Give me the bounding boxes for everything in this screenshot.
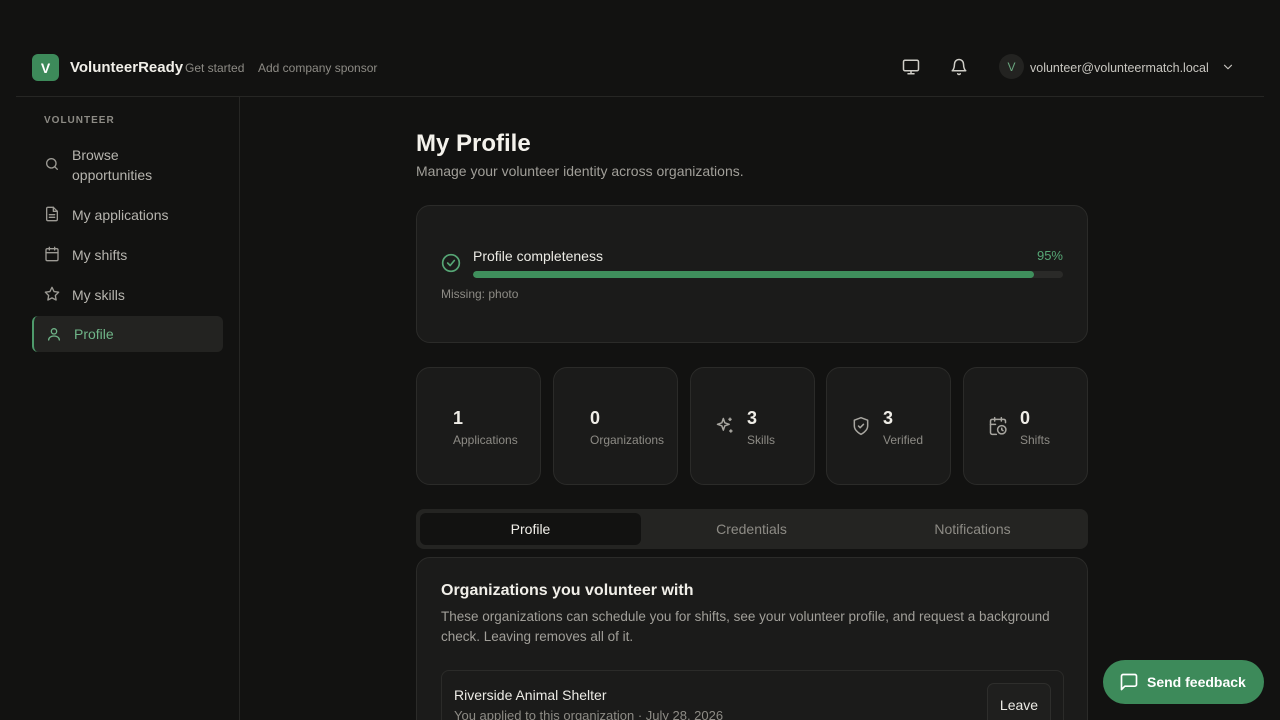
completeness-percent: 95% [1036,248,1063,263]
logo[interactable]: V [32,54,59,81]
avatar[interactable]: V [999,54,1024,79]
stat-label: Shifts [1020,433,1051,447]
stat-label: Skills [747,433,776,447]
completeness-progress-bar [473,271,1063,278]
sidebar: VOLUNTEER Browse opportunities My applic… [16,97,240,720]
page-title: My Profile [416,130,531,157]
profile-tabs: Profile Credentials Notifications [416,509,1088,549]
stat-card-applications: 1 Applications [416,367,541,485]
user-icon [46,326,62,342]
user-email[interactable]: volunteer@volunteermatch.local [1030,61,1209,75]
profile-completeness-card: Profile completeness 95% Missing: photo [416,205,1088,343]
calendar-icon [44,246,60,262]
send-feedback-button[interactable]: Send feedback [1103,660,1264,704]
page-subtitle: Manage your volunteer identity across or… [416,163,744,179]
sidebar-item-my-applications[interactable]: My applications [32,197,223,233]
sidebar-item-browse-opportunities[interactable]: Browse opportunities [32,143,223,187]
stat-label: Applications [453,433,518,447]
tab-notifications[interactable]: Notifications [862,513,1083,545]
stat-card-organizations: 0 Organizations [553,367,678,485]
completeness-progress-fill [473,271,1034,278]
message-square-icon [1119,672,1139,692]
stat-value: 3 [883,408,894,428]
organization-name: Riverside Animal Shelter [454,687,607,703]
document-icon [44,206,60,222]
sidebar-item-my-shifts[interactable]: My shifts [32,237,223,273]
check-circle-icon [441,253,461,273]
sidebar-item-label: My skills [72,287,125,303]
tab-credentials[interactable]: Credentials [641,513,862,545]
organization-row: Riverside Animal Shelter You applied to … [441,670,1064,720]
stat-value: 0 [590,408,601,428]
missing-items-text: Missing: photo [441,287,519,301]
stat-card-shifts: 0 Shifts [963,367,1088,485]
completeness-label: Profile completeness [473,248,603,264]
stat-value: 1 [453,408,464,428]
send-feedback-label: Send feedback [1147,674,1246,690]
stat-label: Organizations [590,433,665,447]
organization-meta: You applied to this organization · July … [454,708,724,720]
calendar-clock-icon [988,416,1008,436]
organizations-description: These organizations can schedule you for… [441,609,1050,644]
star-icon [44,286,60,302]
leave-organization-button[interactable]: Leave [987,683,1051,720]
sparkles-icon [715,416,735,436]
organizations-title: Organizations you volunteer with [441,582,694,599]
sidebar-item-my-skills[interactable]: My skills [32,277,223,313]
sidebar-item-label: My applications [72,207,169,223]
chevron-down-icon[interactable] [1221,60,1235,74]
top-bar: V VolunteerReady Get started Add company… [16,36,1264,97]
sidebar-item-profile[interactable]: Profile [32,316,223,352]
stat-value: 3 [747,408,758,428]
stat-value: 0 [1020,408,1031,428]
sidebar-item-label: Browse opportunities [72,147,153,183]
stat-card-verified: 3 Verified [826,367,951,485]
stat-label: Verified [883,433,924,447]
shield-check-icon [851,416,871,436]
sidebar-item-label: My shifts [72,247,128,263]
search-icon [44,156,60,172]
stat-card-skills: 3 Skills [690,367,815,485]
add-company-sponsor-link[interactable]: Add company sponsor [258,61,377,75]
organizations-card: Organizations you volunteer with These o… [416,557,1088,720]
tab-profile[interactable]: Profile [420,513,641,545]
brand-name[interactable]: VolunteerReady [70,59,183,76]
bell-icon[interactable] [950,58,968,76]
sidebar-item-label: Profile [74,326,114,342]
sidebar-section-label: VOLUNTEER [44,115,115,126]
get-started-link[interactable]: Get started [185,61,244,75]
monitor-icon[interactable] [902,58,920,76]
